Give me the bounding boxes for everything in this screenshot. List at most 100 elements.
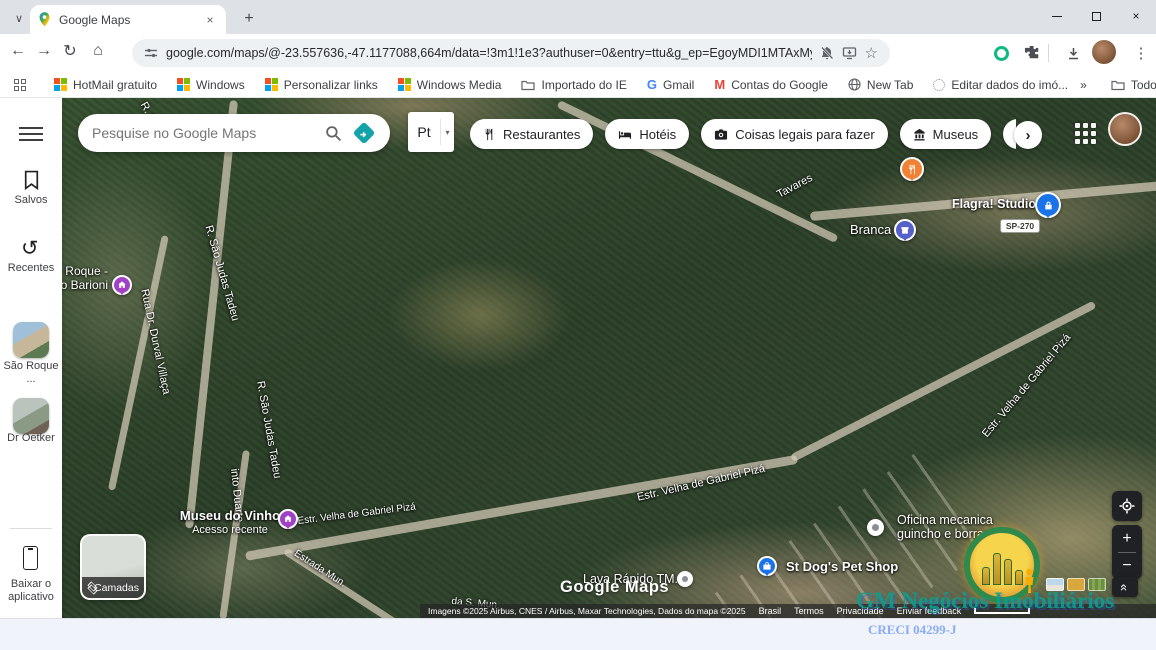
google-g-icon: G — [647, 77, 657, 92]
tab-search-button[interactable]: ∨ — [8, 9, 30, 27]
windows-taskbar: 3 27°C Ensolarado POR PTB2 09:42 16/10/2… — [0, 618, 1156, 650]
recent-thumbnail-dr-oetker[interactable] — [13, 398, 49, 434]
poi-pin-oficina[interactable] — [867, 519, 884, 536]
search-icon[interactable] — [325, 125, 342, 142]
home-icon[interactable]: ⌂ — [84, 37, 112, 65]
attribution-link-termos[interactable]: Termos — [794, 606, 824, 616]
camera-icon — [714, 128, 728, 141]
sidebar-download-app[interactable]: Baixar o aplicativo — [0, 578, 62, 604]
extension-green-icon[interactable] — [988, 40, 1014, 66]
extensions-puzzle-icon[interactable] — [1019, 40, 1045, 66]
layer-toggle-label: Pt — [408, 124, 440, 140]
bookmark-personalizar[interactable]: Personalizar links — [257, 78, 386, 92]
chip-things-to-do[interactable]: Coisas legais para fazer — [701, 119, 887, 149]
my-location-button[interactable] — [1112, 491, 1142, 521]
address-bar[interactable]: google.com/maps/@-23.557636,-47.1177088,… — [132, 39, 890, 67]
sidebar-item-recents[interactable]: Recentes — [0, 262, 62, 275]
downloads-icon[interactable] — [1060, 40, 1086, 66]
notifications-blocked-icon[interactable] — [820, 46, 834, 60]
poi-label-petshop[interactable]: St Dog's Pet Shop — [786, 559, 898, 574]
watermark-text: GM Negócios Imobiliários — [856, 588, 1114, 614]
bookmark-new-tab[interactable]: New Tab — [840, 78, 921, 92]
poi-pin-branca[interactable] — [894, 219, 916, 241]
account-avatar[interactable] — [1108, 112, 1142, 146]
site-info-icon[interactable] — [144, 46, 158, 60]
phone-app-icon[interactable] — [23, 546, 38, 570]
bookmark-importado-ie[interactable]: Importado do IE — [513, 78, 634, 92]
kebab-menu-icon[interactable]: ⋮ — [1128, 40, 1154, 66]
chips-scroll-right-icon[interactable]: › — [1014, 121, 1042, 149]
window-minimize-button[interactable] — [1040, 2, 1074, 30]
recent-item-dr-oetker[interactable]: Dr Oetker — [0, 432, 62, 445]
window-close-button[interactable]: × — [1119, 2, 1153, 30]
bookmark-editar-dados[interactable]: Editar dados do imó... — [925, 78, 1076, 92]
poi-pin-roque-barioni[interactable] — [112, 275, 132, 295]
category-chips: Restaurantes Hotéis Coisas legais para f… — [470, 119, 1016, 153]
map-layer-toggle[interactable]: Pt ▾ — [408, 112, 454, 152]
hotel-bed-icon — [618, 128, 632, 141]
road — [790, 301, 1097, 462]
reload-icon[interactable]: ↻ — [56, 37, 84, 65]
poi-pin-flagra-studio[interactable] — [1035, 192, 1061, 218]
poi-pin-petshop[interactable] — [757, 556, 777, 576]
bookmark-star-icon[interactable]: ☆ — [865, 44, 878, 62]
all-favorites-folder[interactable]: Todos os favoritos — [1103, 78, 1156, 92]
recent-thumbnail-sao-roque[interactable] — [13, 322, 49, 358]
poi-pin-restaurant[interactable] — [900, 157, 924, 181]
sidebar-divider — [10, 528, 52, 529]
windows-logo-icon — [177, 78, 190, 91]
poi-label-flagra-studio[interactable]: Flagra! Studio — [952, 197, 1036, 211]
profile-avatar[interactable] — [1092, 40, 1116, 64]
attribution-link-brasil[interactable]: Brasil — [759, 606, 782, 616]
dotted-circle-icon — [933, 79, 945, 91]
poi-label-branca[interactable]: Branca — [850, 222, 891, 237]
zoom-controls: + − — [1112, 525, 1142, 579]
folder-icon — [1111, 79, 1125, 91]
zoom-in-button[interactable]: + — [1122, 526, 1131, 552]
imagery-credits: Imagens ©2025 Airbus, CNES / Airbus, Max… — [428, 606, 746, 616]
tab-title: Google Maps — [59, 13, 130, 27]
bookmark-hotmail[interactable]: HotMail gratuito — [46, 78, 165, 92]
google-maps-logo: Google Maps — [560, 578, 669, 597]
zoom-out-button[interactable]: − — [1122, 553, 1131, 579]
browser-toolbar: ← → ↻ ⌂ google.com/maps/@-23.557636,-47.… — [0, 34, 1156, 72]
bookmarks-overflow-icon[interactable]: » — [1080, 78, 1087, 92]
browser-tab[interactable]: Google Maps × — [30, 5, 226, 34]
chevron-down-icon[interactable]: ▾ — [440, 119, 454, 145]
poi-pin-museu-vinho[interactable] — [278, 509, 298, 529]
maps-search-box[interactable] — [78, 114, 390, 152]
directions-icon[interactable] — [352, 121, 376, 145]
sidebar-item-saved[interactable]: Salvos — [0, 194, 62, 207]
install-app-icon[interactable] — [842, 46, 857, 60]
layers-card[interactable]: Camadas — [80, 534, 146, 600]
back-icon[interactable]: ← — [4, 37, 32, 65]
maps-content: R. São Judas Tadeu Rua Dr. Durval Villaç… — [0, 98, 1156, 618]
chip-hotels[interactable]: Hotéis — [605, 119, 689, 149]
bookmark-gmail[interactable]: GGmail — [639, 77, 702, 92]
windows-logo-icon — [265, 78, 278, 91]
forward-icon[interactable]: → — [30, 37, 58, 65]
menu-hamburger-icon[interactable] — [19, 123, 43, 145]
recent-item-sao-roque[interactable]: São Roque ... — [0, 360, 62, 386]
windows-logo-icon — [54, 78, 67, 91]
maps-sidebar: Salvos ↺ Recentes São Roque ... Dr Oetke… — [0, 98, 62, 618]
google-apps-grid-icon[interactable] — [1072, 120, 1098, 146]
new-tab-button[interactable]: + — [238, 8, 260, 30]
saved-bookmark-icon[interactable] — [23, 170, 40, 190]
windows-logo-icon — [398, 78, 411, 91]
poi-pin-lava-rapido[interactable] — [677, 571, 693, 587]
chip-restaurants[interactable]: Restaurantes — [470, 119, 593, 149]
collapse-carousel-button[interactable]: « — [1112, 577, 1138, 597]
window-maximize-button[interactable] — [1079, 2, 1113, 30]
recents-history-icon[interactable]: ↺ — [21, 236, 39, 261]
tab-close-icon[interactable]: × — [202, 12, 218, 28]
chip-museums[interactable]: Museus — [900, 119, 992, 149]
bookmark-windows[interactable]: Windows — [169, 78, 253, 92]
bookmark-contas-google[interactable]: MContas do Google — [706, 77, 836, 92]
url-text: google.com/maps/@-23.557636,-47.1177088,… — [166, 46, 812, 60]
apps-grid-icon[interactable] — [14, 79, 26, 91]
globe-icon — [848, 78, 861, 91]
maps-search-input[interactable] — [92, 125, 315, 141]
browser-tab-strip: ∨ Google Maps × + × — [0, 0, 1156, 34]
bookmark-windows-media[interactable]: Windows Media — [390, 78, 510, 92]
